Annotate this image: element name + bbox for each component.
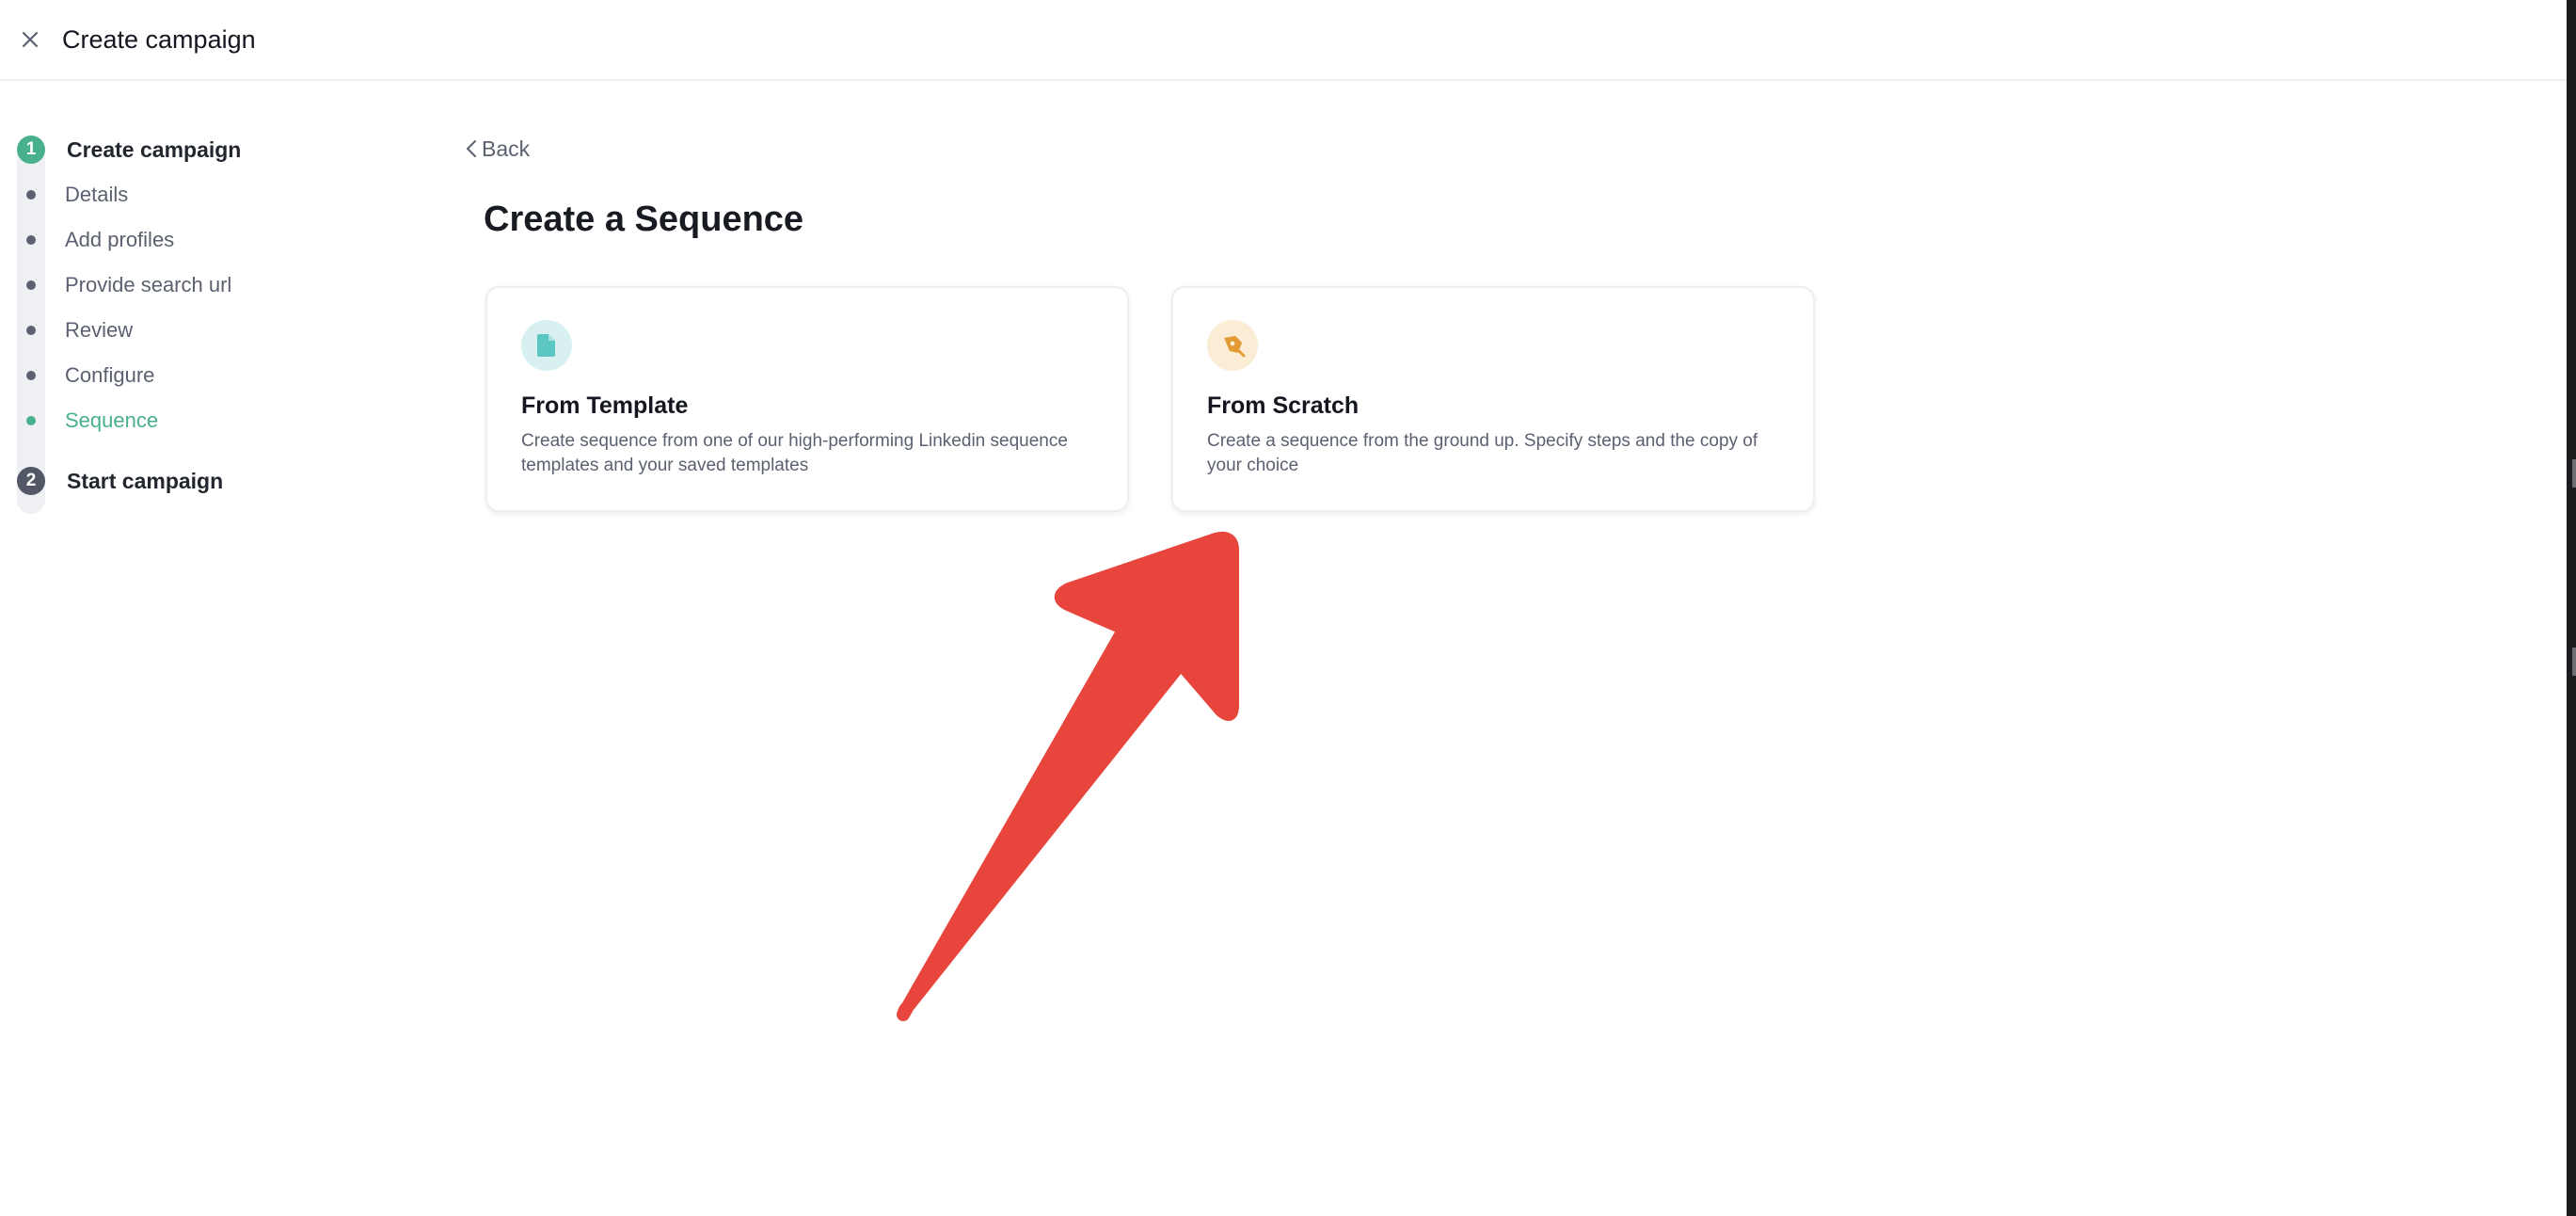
card-title: From Template: [521, 392, 689, 419]
substep-dot-current: [26, 416, 36, 425]
window-edge: [2567, 0, 2576, 1216]
card-description: Create a sequence from the ground up. Sp…: [1207, 431, 1758, 475]
campaign-stepper: 1 Create campaign Details Add profiles P…: [15, 136, 429, 514]
scratch-icon-badge: [1207, 320, 1258, 371]
close-button[interactable]: [15, 24, 45, 55]
chevron-left-icon: [467, 140, 476, 157]
substep-dot: [26, 280, 36, 290]
pen-tool-icon: [1224, 336, 1246, 358]
header-bar: Create campaign: [0, 0, 2567, 81]
step-label-start-campaign[interactable]: Start campaign: [67, 467, 223, 495]
substep-provide-search-url[interactable]: Provide search url: [65, 271, 231, 299]
substep-dot: [26, 371, 36, 380]
close-icon: [22, 31, 39, 48]
substep-sequence[interactable]: Sequence: [65, 407, 158, 435]
step-number-2: 2: [17, 467, 45, 495]
substep-dot: [26, 326, 36, 335]
substep-dot: [26, 235, 36, 245]
back-button[interactable]: Back: [465, 135, 530, 163]
header-title: Create campaign: [62, 25, 256, 54]
substep-configure[interactable]: Configure: [65, 361, 154, 390]
substep-review[interactable]: Review: [65, 316, 133, 344]
template-icon-badge: [521, 320, 572, 371]
back-label: Back: [482, 136, 531, 161]
edge-tick: [2572, 459, 2576, 488]
document-icon: [537, 334, 555, 357]
card-title: From Scratch: [1207, 392, 1360, 419]
substep-add-profiles[interactable]: Add profiles: [65, 226, 174, 254]
substep-details[interactable]: Details: [65, 181, 128, 209]
from-template-card[interactable]: From Template Create sequence from one o…: [485, 286, 1129, 512]
from-scratch-card[interactable]: From Scratch Create a sequence from the …: [1171, 286, 1815, 512]
step-label-create-campaign[interactable]: Create campaign: [67, 136, 241, 164]
substep-dot: [26, 190, 36, 200]
app-window: Create campaign 1 Create campaign Detail…: [0, 0, 2567, 1216]
step-number-1: 1: [17, 136, 45, 164]
card-description: Create sequence from one of our high-per…: [521, 431, 1068, 475]
edge-tick: [2572, 648, 2576, 676]
page-title: Create a Sequence: [484, 200, 804, 239]
